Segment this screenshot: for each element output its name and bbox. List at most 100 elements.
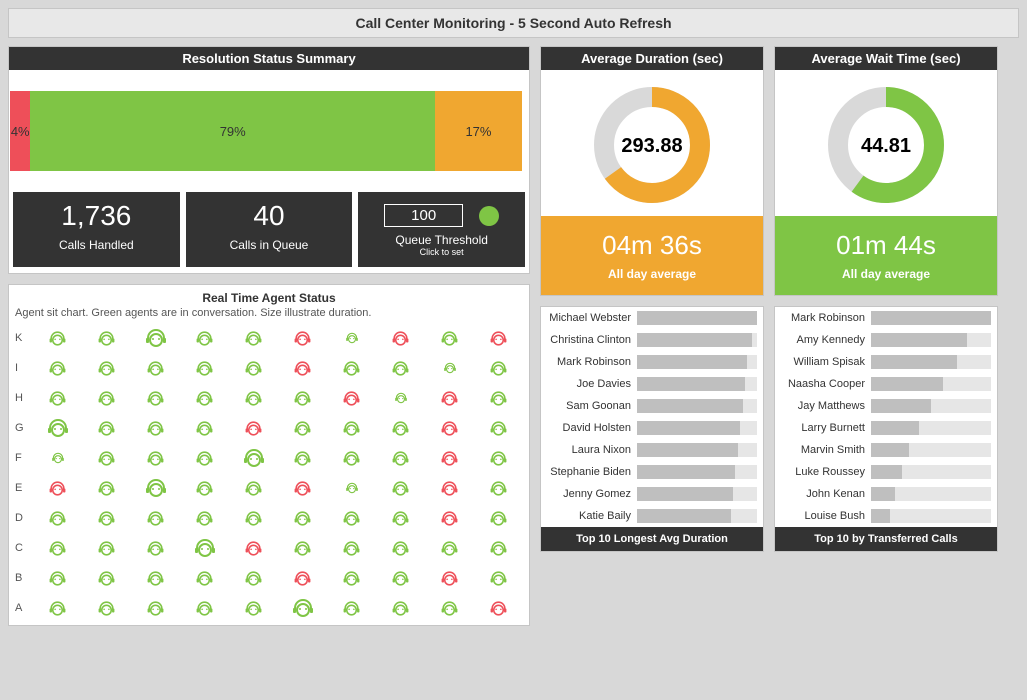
agent-cell[interactable] (82, 593, 131, 623)
agent-cell[interactable] (33, 383, 82, 413)
agent-cell[interactable] (474, 413, 523, 443)
agent-cell[interactable] (327, 533, 376, 563)
agent-cell[interactable] (376, 593, 425, 623)
agent-cell[interactable] (474, 593, 523, 623)
agent-cell[interactable] (425, 413, 474, 443)
agent-cell[interactable] (425, 563, 474, 593)
agent-cell[interactable] (376, 503, 425, 533)
agent-cell[interactable] (278, 413, 327, 443)
agent-cell[interactable] (474, 323, 523, 353)
agent-cell[interactable] (180, 413, 229, 443)
agent-cell[interactable] (327, 323, 376, 353)
agent-cell[interactable] (82, 533, 131, 563)
agent-cell[interactable] (229, 593, 278, 623)
queue-threshold-card[interactable]: 100 Queue Threshold Click to set (358, 192, 525, 267)
agent-cell[interactable] (229, 383, 278, 413)
agent-cell[interactable] (229, 503, 278, 533)
agent-cell[interactable] (82, 563, 131, 593)
agent-cell[interactable] (180, 353, 229, 383)
agent-cell[interactable] (82, 323, 131, 353)
agent-cell[interactable] (33, 503, 82, 533)
agent-cell[interactable] (229, 323, 278, 353)
agent-cell[interactable] (278, 533, 327, 563)
agent-cell[interactable] (376, 563, 425, 593)
agent-cell[interactable] (278, 503, 327, 533)
agent-cell[interactable] (229, 413, 278, 443)
agent-cell[interactable] (131, 443, 180, 473)
agent-cell[interactable] (278, 593, 327, 623)
agent-cell[interactable] (278, 383, 327, 413)
agent-cell[interactable] (327, 443, 376, 473)
agent-cell[interactable] (131, 413, 180, 443)
agent-cell[interactable] (229, 563, 278, 593)
agent-cell[interactable] (33, 443, 82, 473)
agent-cell[interactable] (278, 323, 327, 353)
agent-cell[interactable] (474, 533, 523, 563)
agent-cell[interactable] (278, 443, 327, 473)
agent-cell[interactable] (180, 533, 229, 563)
agent-cell[interactable] (33, 563, 82, 593)
agent-cell[interactable] (33, 473, 82, 503)
agent-cell[interactable] (131, 503, 180, 533)
agent-cell[interactable] (82, 353, 131, 383)
agent-cell[interactable] (474, 503, 523, 533)
agent-cell[interactable] (376, 473, 425, 503)
agent-cell[interactable] (278, 473, 327, 503)
agent-cell[interactable] (425, 353, 474, 383)
agent-cell[interactable] (180, 443, 229, 473)
agent-cell[interactable] (327, 413, 376, 443)
agent-cell[interactable] (131, 473, 180, 503)
agent-cell[interactable] (425, 533, 474, 563)
agent-cell[interactable] (327, 503, 376, 533)
agent-cell[interactable] (425, 383, 474, 413)
agent-cell[interactable] (131, 593, 180, 623)
agent-cell[interactable] (131, 323, 180, 353)
agent-cell[interactable] (278, 353, 327, 383)
agent-cell[interactable] (33, 323, 82, 353)
agent-cell[interactable] (131, 533, 180, 563)
agent-cell[interactable] (82, 473, 131, 503)
agent-cell[interactable] (180, 503, 229, 533)
agent-cell[interactable] (180, 473, 229, 503)
agent-cell[interactable] (33, 593, 82, 623)
agent-cell[interactable] (425, 443, 474, 473)
agent-cell[interactable] (229, 473, 278, 503)
agent-cell[interactable] (229, 353, 278, 383)
agent-cell[interactable] (376, 383, 425, 413)
agent-cell[interactable] (327, 473, 376, 503)
agent-cell[interactable] (425, 503, 474, 533)
agent-cell[interactable] (474, 353, 523, 383)
agent-cell[interactable] (425, 593, 474, 623)
agent-cell[interactable] (180, 563, 229, 593)
agent-cell[interactable] (327, 593, 376, 623)
agent-cell[interactable] (82, 413, 131, 443)
agent-cell[interactable] (376, 533, 425, 563)
agent-cell[interactable] (327, 353, 376, 383)
agent-cell[interactable] (474, 473, 523, 503)
agent-cell[interactable] (376, 323, 425, 353)
agent-cell[interactable] (376, 443, 425, 473)
agent-cell[interactable] (131, 353, 180, 383)
agent-cell[interactable] (33, 353, 82, 383)
agent-cell[interactable] (131, 383, 180, 413)
agent-cell[interactable] (327, 383, 376, 413)
agent-cell[interactable] (327, 563, 376, 593)
agent-cell[interactable] (474, 383, 523, 413)
agent-cell[interactable] (82, 443, 131, 473)
agent-cell[interactable] (229, 533, 278, 563)
agent-cell[interactable] (474, 563, 523, 593)
agent-cell[interactable] (131, 563, 180, 593)
queue-threshold-value[interactable]: 100 (384, 204, 463, 227)
agent-cell[interactable] (82, 383, 131, 413)
agent-cell[interactable] (33, 533, 82, 563)
agent-cell[interactable] (376, 413, 425, 443)
agent-cell[interactable] (82, 503, 131, 533)
agent-cell[interactable] (229, 443, 278, 473)
agent-cell[interactable] (180, 323, 229, 353)
agent-cell[interactable] (180, 593, 229, 623)
agent-cell[interactable] (425, 473, 474, 503)
agent-cell[interactable] (278, 563, 327, 593)
agent-cell[interactable] (180, 383, 229, 413)
agent-cell[interactable] (376, 353, 425, 383)
agent-cell[interactable] (425, 323, 474, 353)
